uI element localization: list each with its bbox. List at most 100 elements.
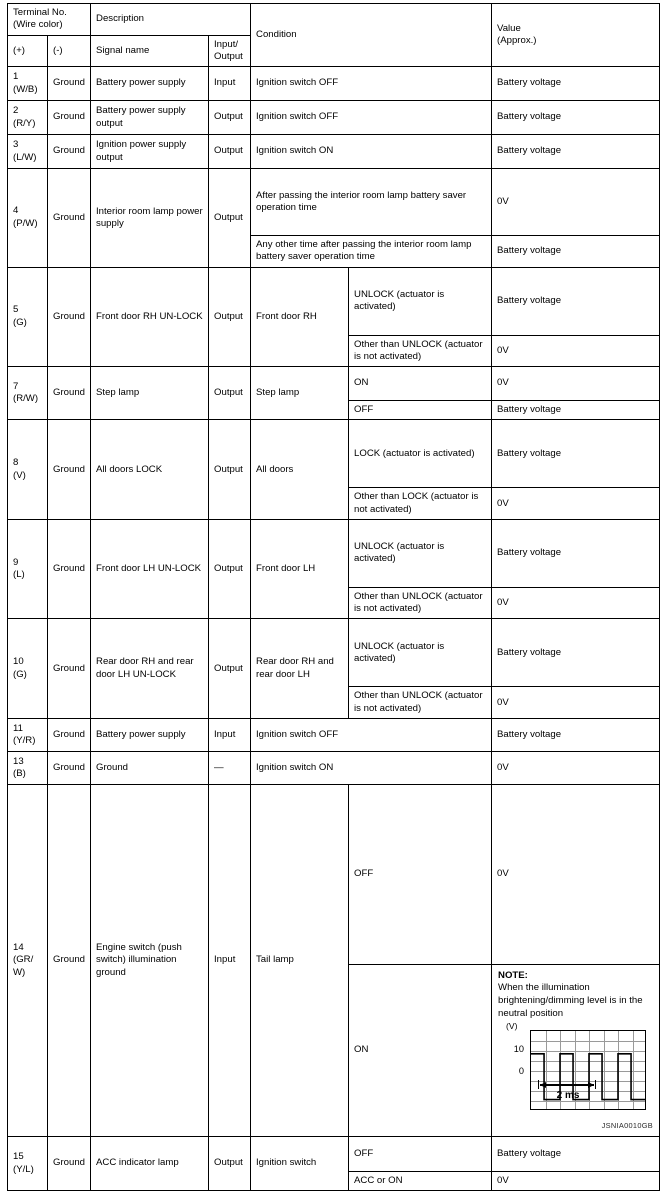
wire-color: (P/W)	[13, 217, 38, 229]
cell-condition: Other than UNLOCK (actuator is not activ…	[348, 586, 493, 620]
terminal-number: 14	[13, 941, 24, 953]
table-row: 15 (Y/L) Ground ACC indicator lamp Output Ign…	[7, 1135, 661, 1191]
cell-signal-name: Ignition power supply output	[90, 134, 210, 170]
cell-condition-main: Front door RH	[250, 266, 350, 368]
cell-value: 0V	[491, 1170, 661, 1191]
waveform-unit-label: (V)	[506, 1021, 518, 1032]
cell-input-output: Input	[208, 717, 252, 752]
header-row-1: Terminal No. (Wire color) Description Co…	[6, 2, 661, 68]
cell-terminal-no: 7 (R/W)	[7, 366, 48, 421]
figure-image-id: JSNIA0010GB	[601, 1121, 654, 1131]
wire-color: (B)	[13, 767, 26, 779]
wire-color: (R/Y)	[13, 117, 36, 129]
terminal-number: 15	[13, 1151, 24, 1163]
waveform-chart: (V) 10 0 2 ms	[498, 1021, 658, 1118]
cell-value: Battery voltage	[491, 400, 661, 421]
cell-terminal-no: 8 (V)	[7, 419, 48, 520]
cell-signal-name: Ground	[90, 750, 210, 785]
cell-condition: ON	[348, 366, 493, 402]
cell-input-output: Output	[208, 366, 252, 421]
cell-condition: UNLOCK (actuator is activated)	[348, 266, 493, 336]
cell-value: 0V	[491, 750, 661, 785]
terminal-number: 3	[13, 139, 19, 151]
cell-value: Battery voltage	[491, 66, 661, 102]
cell-input-output: Input	[208, 66, 252, 102]
cell-value: 0V	[491, 783, 661, 965]
waveform-ytick-10: 10	[513, 1044, 525, 1055]
cell-terminal-minus: Ground	[46, 266, 92, 368]
cell-condition: LOCK (actuator is activated)	[348, 419, 493, 489]
cell-terminal-minus: Ground	[46, 100, 92, 136]
cell-signal-name: Engine switch (push switch) illumination…	[90, 783, 210, 1137]
cell-terminal-no: 2 (R/Y)	[7, 100, 48, 136]
cell-signal-name: Step lamp	[90, 366, 210, 421]
cell-value: Battery voltage	[491, 134, 661, 170]
wire-color: (L/W)	[13, 151, 37, 163]
cell-condition: UNLOCK (actuator is activated)	[348, 618, 493, 688]
terminal-number: 11	[13, 722, 23, 734]
cell-input-output: Output	[208, 168, 252, 268]
table-row: 3 (L/W) Ground Ignition power supply output…	[7, 134, 661, 170]
cell-input-output: Output	[208, 134, 252, 170]
cell-input-output: Output	[208, 1135, 252, 1191]
cell-value: 0V	[491, 168, 661, 237]
header-value-line2: (Approx.)	[497, 35, 537, 47]
period-tick-right	[594, 1080, 597, 1090]
cell-signal-name: Interior room lamp power supply	[90, 168, 210, 268]
table-row: 14 (GR/ W) Ground Engine switch (push switc…	[7, 783, 661, 1137]
wire-color: (G)	[13, 316, 27, 328]
terminal-number: 13	[13, 755, 24, 767]
table-row: 7 (R/W) Ground Step lamp Output Step lamp ON 0V	[7, 366, 661, 421]
terminal-number: 2	[13, 105, 19, 117]
header-condition: Condition	[250, 2, 493, 68]
cell-terminal-no: 5 (G)	[7, 266, 48, 368]
cell-value: Battery voltage	[491, 100, 661, 136]
wire-color: (R/W)	[13, 393, 39, 405]
cell-terminal-no: 13 (B)	[7, 750, 48, 785]
table-row: 9 (L) Ground Front door LH UN-LOCK Output Fro…	[7, 518, 661, 620]
cell-value: 0V	[491, 586, 661, 620]
cell-condition: Ignition switch OFF	[250, 717, 493, 752]
terminal-specification-table: Terminal No. (Wire color) Description Co…	[6, 2, 661, 1191]
cell-terminal-no: 4 (P/W)	[7, 168, 48, 268]
cell-terminal-minus: Ground	[46, 518, 92, 620]
cell-terminal-no: 1 (W/B)	[7, 66, 48, 102]
waveform-ytick-0: 0	[518, 1066, 525, 1077]
cell-condition-main: All doors	[250, 419, 350, 520]
terminal-number: 7	[13, 380, 19, 392]
waveform-period-marker	[538, 1080, 597, 1090]
table-row: 13 (B) Ground Ground — Ignition switch ON 0V	[7, 750, 661, 785]
cell-input-output: Output	[208, 419, 252, 520]
terminal-number: 5	[13, 304, 19, 316]
cell-condition-main: Tail lamp	[250, 783, 350, 1137]
cell-value: Battery voltage	[491, 266, 661, 336]
cell-condition: ACC or ON	[348, 1170, 493, 1191]
cell-terminal-no: 14 (GR/ W)	[7, 783, 48, 1137]
header-terminal-no-line1: Terminal No.	[13, 7, 67, 18]
cell-terminal-minus: Ground	[46, 717, 92, 752]
cell-value: Battery voltage	[491, 235, 661, 268]
period-arrow-left	[540, 1082, 547, 1089]
cell-terminal-minus: Ground	[46, 618, 92, 719]
cell-value: 0V	[491, 366, 661, 402]
terminal-number: 4	[13, 205, 19, 217]
terminal-number: 9	[13, 556, 19, 568]
cell-condition: Ignition switch OFF	[250, 66, 493, 102]
wire-color: (GR/ W)	[13, 954, 34, 978]
header-value-line1: Value	[497, 22, 521, 34]
header-signal-name: Signal name	[90, 34, 210, 68]
cell-input-output: Input	[208, 783, 252, 1137]
cell-terminal-minus: Ground	[46, 750, 92, 785]
cell-condition-main: Front door LH	[250, 518, 350, 620]
cell-input-output: Output	[208, 518, 252, 620]
table-row: 2 (R/Y) Ground Battery power supply output O…	[7, 100, 661, 136]
cell-condition-main: Ignition switch	[250, 1135, 350, 1191]
cell-condition: Ignition switch OFF	[250, 100, 493, 136]
cell-terminal-minus: Ground	[46, 366, 92, 421]
note-block: NOTE: When the illumination brightening/d…	[497, 968, 655, 1133]
header-terminal-no: Terminal No. (Wire color)	[6, 3, 92, 36]
cell-terminal-minus: Ground	[46, 1135, 92, 1191]
wire-color: (G)	[13, 668, 27, 680]
table-header: Terminal No. (Wire color) Description Co…	[6, 2, 661, 68]
cell-condition: OFF	[348, 783, 493, 965]
